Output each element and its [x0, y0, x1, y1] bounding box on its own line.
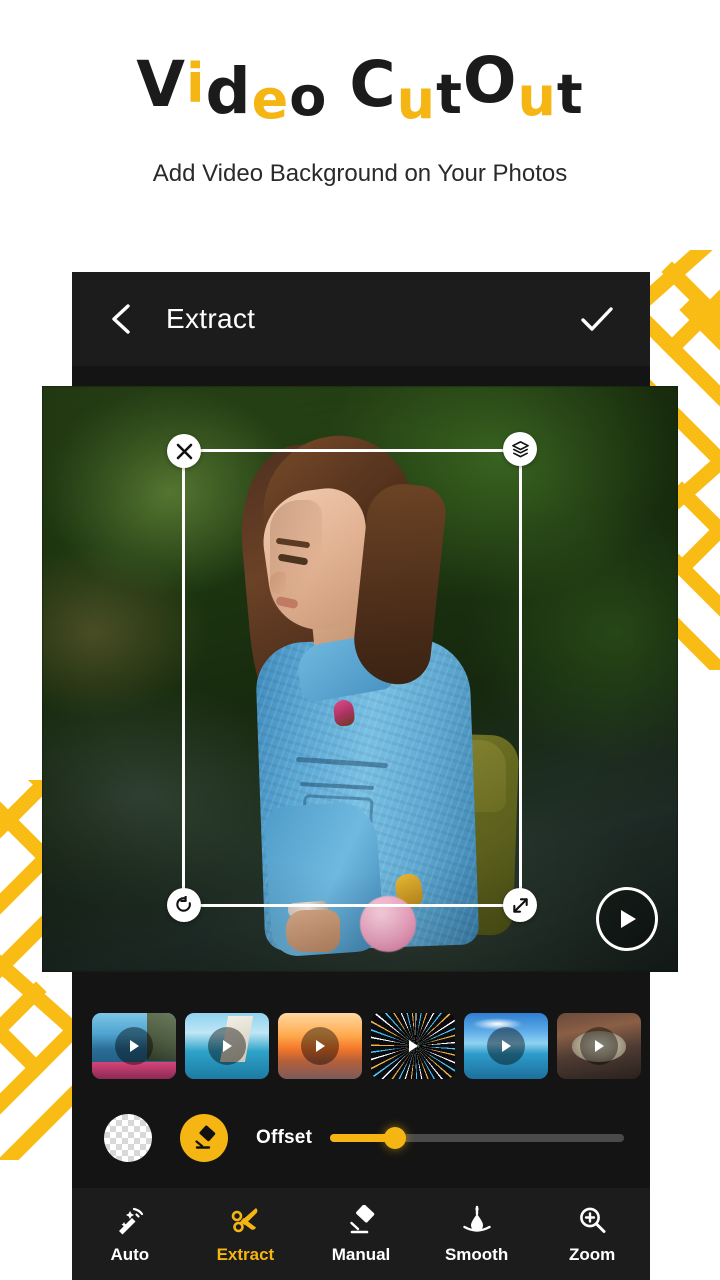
title-letter-u: u [396, 68, 437, 131]
nav-item-auto[interactable]: Auto [72, 1188, 188, 1280]
editor-bottom-nav[interactable]: Auto Extract Manual Smooth Zoom [72, 1188, 650, 1280]
offset-slider[interactable] [330, 1127, 624, 1149]
title-letter-i: i [186, 52, 206, 115]
thumbnail-play-button[interactable] [115, 1027, 153, 1065]
page-title: Video CutOut [0, 48, 720, 127]
thumb-sunset[interactable] [278, 1013, 362, 1079]
nav-item-smooth[interactable]: Smooth [419, 1188, 535, 1280]
transparency-swatch-button[interactable] [104, 1114, 152, 1162]
title-letter-d: d [205, 55, 252, 128]
close-icon [176, 443, 192, 459]
magic-wand-icon [115, 1204, 145, 1236]
play-icon [223, 1040, 232, 1052]
app-header: Extract [72, 272, 650, 366]
thumb-blue-sea[interactable] [464, 1013, 548, 1079]
thumbnail-play-button[interactable] [394, 1027, 432, 1065]
done-button[interactable] [572, 294, 622, 344]
nav-item-zoom[interactable]: Zoom [534, 1188, 650, 1280]
thumbnail-play-button[interactable] [580, 1027, 618, 1065]
layers-icon [511, 440, 529, 457]
play-icon [595, 1040, 604, 1052]
chevron-left-icon [112, 304, 130, 334]
zoom-in-icon [577, 1204, 607, 1236]
nav-item-label: Zoom [569, 1244, 616, 1264]
video-thumbnail-strip[interactable] [72, 1000, 650, 1092]
nav-item-label: Smooth [444, 1244, 509, 1264]
resize-diagonal-icon [512, 897, 528, 913]
nav-item-label: Auto [110, 1244, 150, 1264]
title-letter-e: e [251, 68, 290, 131]
droplet-icon [462, 1204, 492, 1236]
eraser-icon [346, 1204, 376, 1236]
nav-item-label: Manual [331, 1244, 391, 1264]
nav-item-label: Extract [216, 1244, 275, 1264]
close-handle[interactable] [167, 434, 201, 468]
thumbnail-play-button[interactable] [487, 1027, 525, 1065]
editor-canvas[interactable] [42, 386, 678, 972]
resize-handle[interactable] [503, 888, 537, 922]
eraser-icon [195, 1125, 216, 1149]
title-letter-o: o [289, 65, 328, 128]
title-letter-u: u [517, 65, 557, 128]
play-icon [130, 1040, 139, 1052]
check-icon [581, 307, 613, 331]
title-letter-C: C [349, 48, 397, 121]
nav-item-extract[interactable]: Extract [188, 1188, 304, 1280]
thumbnail-play-button[interactable] [208, 1027, 246, 1065]
offset-label: Offset [256, 1127, 313, 1148]
title-letter-V: V [136, 48, 187, 121]
thumbnail-play-button[interactable] [301, 1027, 339, 1065]
title-letter-t: t [436, 63, 463, 126]
thumb-city-aerial[interactable] [557, 1013, 641, 1079]
play-icon [596, 887, 658, 951]
back-button[interactable] [94, 291, 150, 347]
eraser-tool-button[interactable] [180, 1114, 228, 1162]
app-logo-title: Video CutOut [0, 48, 720, 127]
layers-handle[interactable] [503, 432, 537, 466]
rotate-icon [175, 895, 191, 912]
crop-frame[interactable] [167, 432, 537, 922]
scissors-icon [230, 1204, 260, 1236]
preview-play-button[interactable] [596, 887, 658, 951]
play-icon [409, 1040, 418, 1052]
nav-item-manual[interactable]: Manual [303, 1188, 419, 1280]
screen-title: Extract [166, 303, 256, 334]
play-icon [316, 1040, 325, 1052]
thumb-sailboat[interactable] [185, 1013, 269, 1079]
title-letter-t: t [556, 63, 584, 126]
rotate-handle[interactable] [167, 888, 201, 922]
offset-slider-thumb[interactable] [383, 1127, 406, 1149]
play-icon [502, 1040, 511, 1052]
title-letter-O: O [462, 44, 518, 117]
thumb-ferris-wheel[interactable] [371, 1013, 455, 1079]
page-subtitle: Add Video Background on Your Photos [152, 160, 568, 187]
offset-toolbar: Offset [72, 1100, 650, 1176]
thumb-boat-cliffs[interactable] [92, 1013, 176, 1079]
